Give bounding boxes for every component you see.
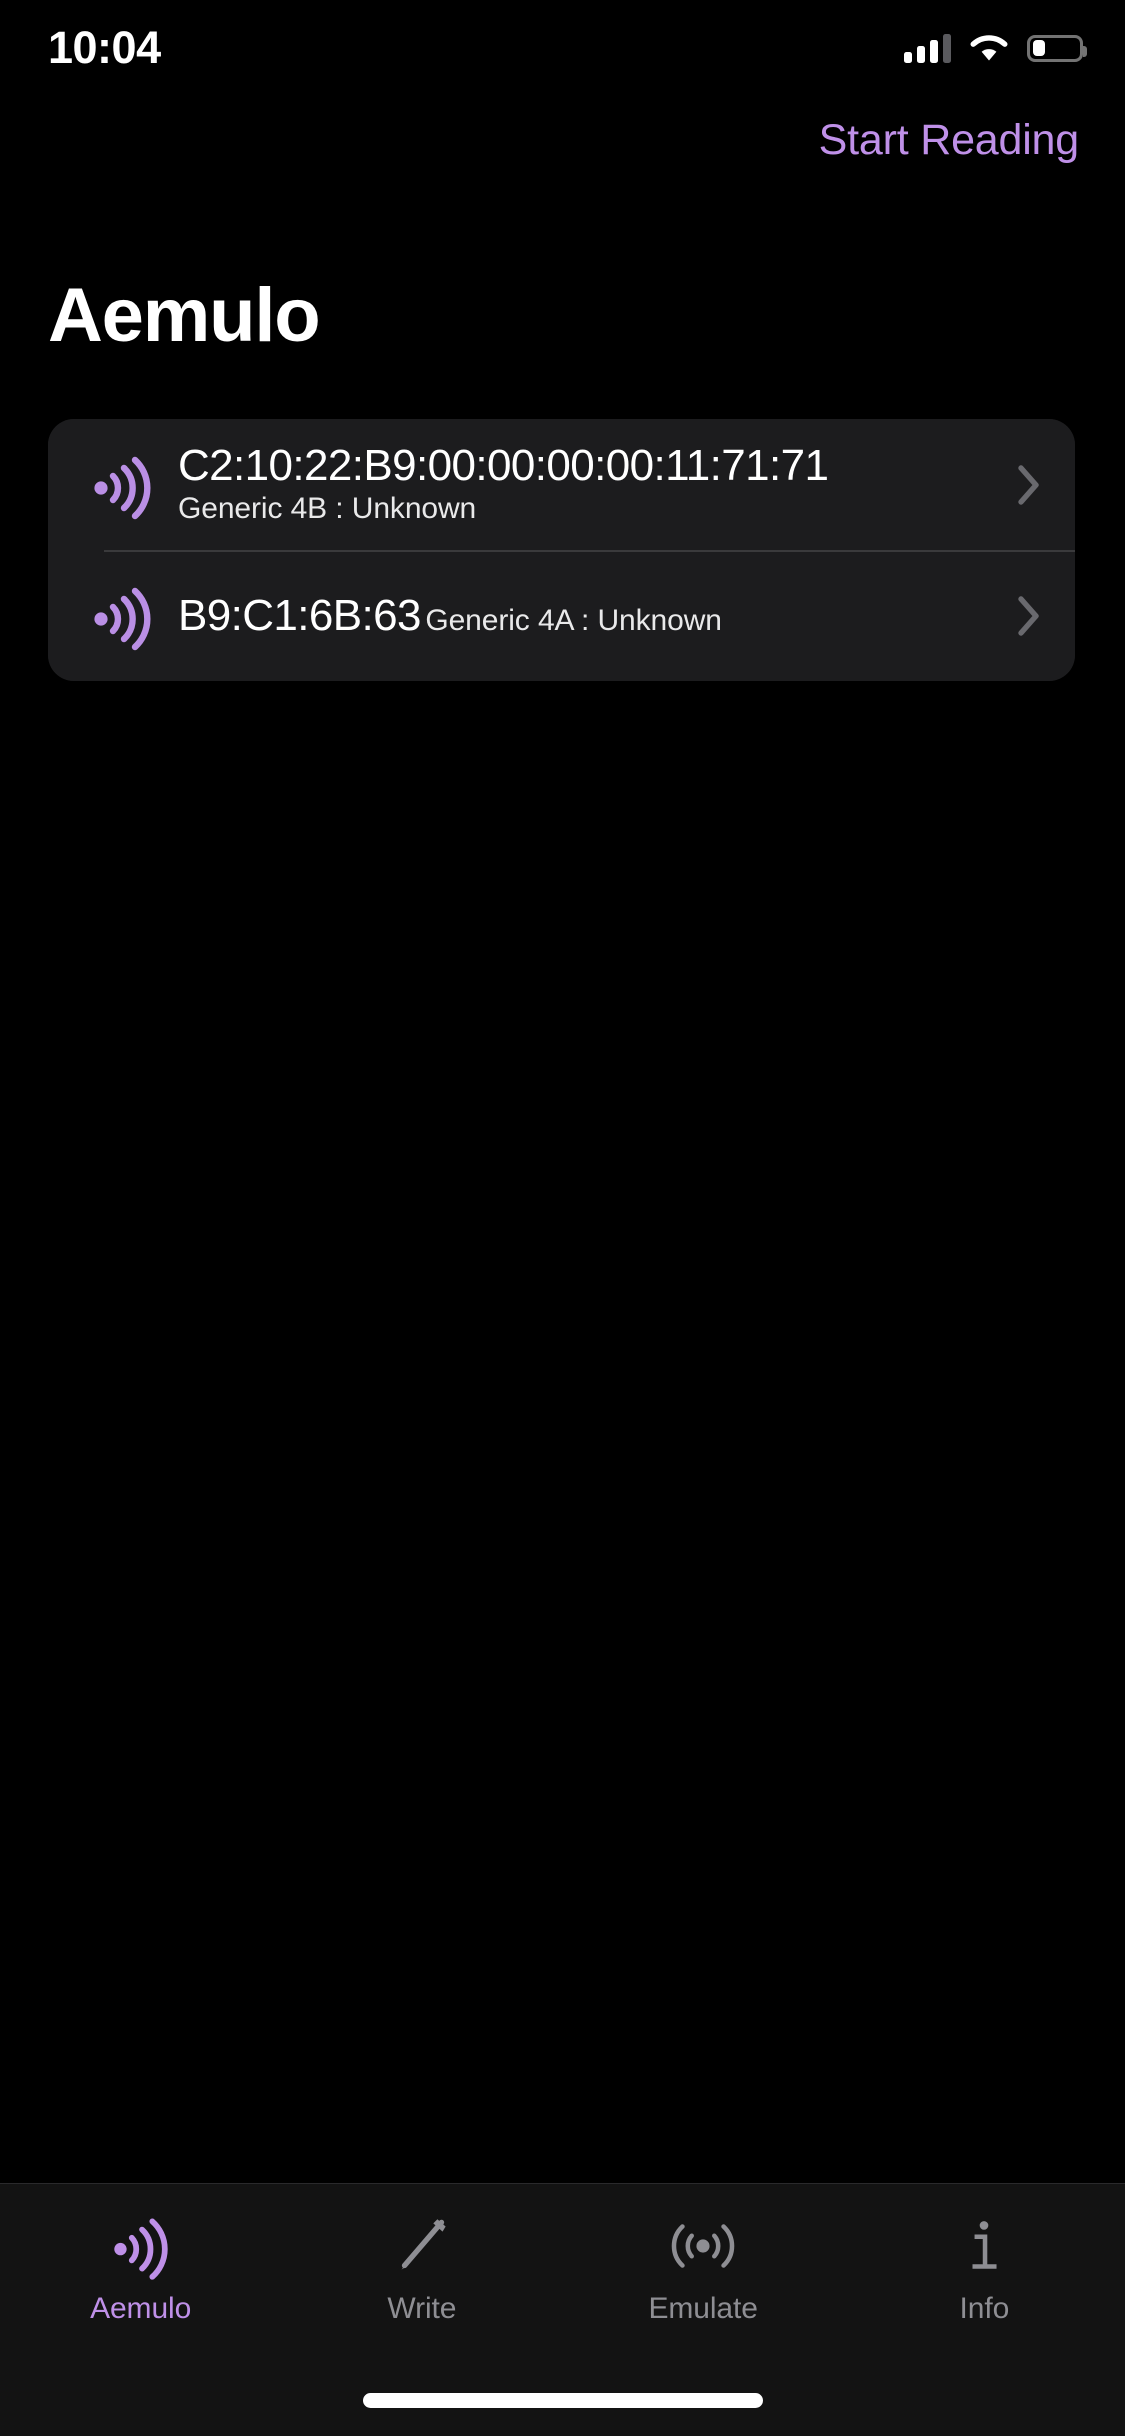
navigation-bar: Start Reading [0,96,1125,186]
tag-list: C2:10:22:B9:00:00:00:00:11:71:71 Generic… [48,419,1075,681]
status-bar: 10:04 [0,0,1125,96]
info-icon [972,2221,997,2269]
battery-icon [1027,34,1087,62]
nfc-wave-icon [94,456,151,519]
tab-emulate[interactable]: Emulate [563,2184,844,2369]
tab-bar: Aemulo Write Emulate Info [0,2183,1125,2436]
status-bar-time: 10:04 [48,22,161,73]
tab-aemulo[interactable]: Aemulo [0,2184,281,2369]
start-reading-button[interactable]: Start Reading [815,104,1083,176]
tab-write[interactable]: Write [281,2184,562,2369]
tab-label: Aemulo [90,2292,192,2325]
tag-row-title: B9:C1:6B:63 [178,590,422,640]
status-bar-icons [904,26,1087,70]
chevron-right-icon [1018,595,1039,636]
page-title: Aemulo [48,273,321,358]
tag-row-subtitle: Generic 4B : Unknown [178,492,477,526]
cellular-signal-icon [904,33,951,63]
home-indicator[interactable] [362,2393,763,2408]
tag-list-row[interactable]: B9:C1:6B:63 Generic 4A : Unknown [48,550,1075,681]
tab-label: Info [959,2292,1010,2325]
chevron-right-icon [1018,464,1039,505]
wifi-icon [970,35,1008,61]
tag-row-title: C2:10:22:B9:00:00:00:00:11:71:71 [178,441,829,491]
radio-waves-icon [671,2224,735,2268]
tab-info[interactable]: Info [844,2184,1125,2369]
tab-label: Emulate [648,2292,758,2325]
tab-label: Write [387,2292,457,2325]
nfc-wave-icon [113,2218,168,2280]
nfc-wave-icon [94,587,151,650]
pencil-icon [401,2219,446,2270]
phone-screen: 10:04 Start Reading Aemulo C2:10:22:B9:0… [0,0,1125,2436]
tag-row-subtitle: Generic 4A : Unknown [425,603,722,637]
tag-list-row[interactable]: C2:10:22:B9:00:00:00:00:11:71:71 Generic… [48,419,1075,550]
